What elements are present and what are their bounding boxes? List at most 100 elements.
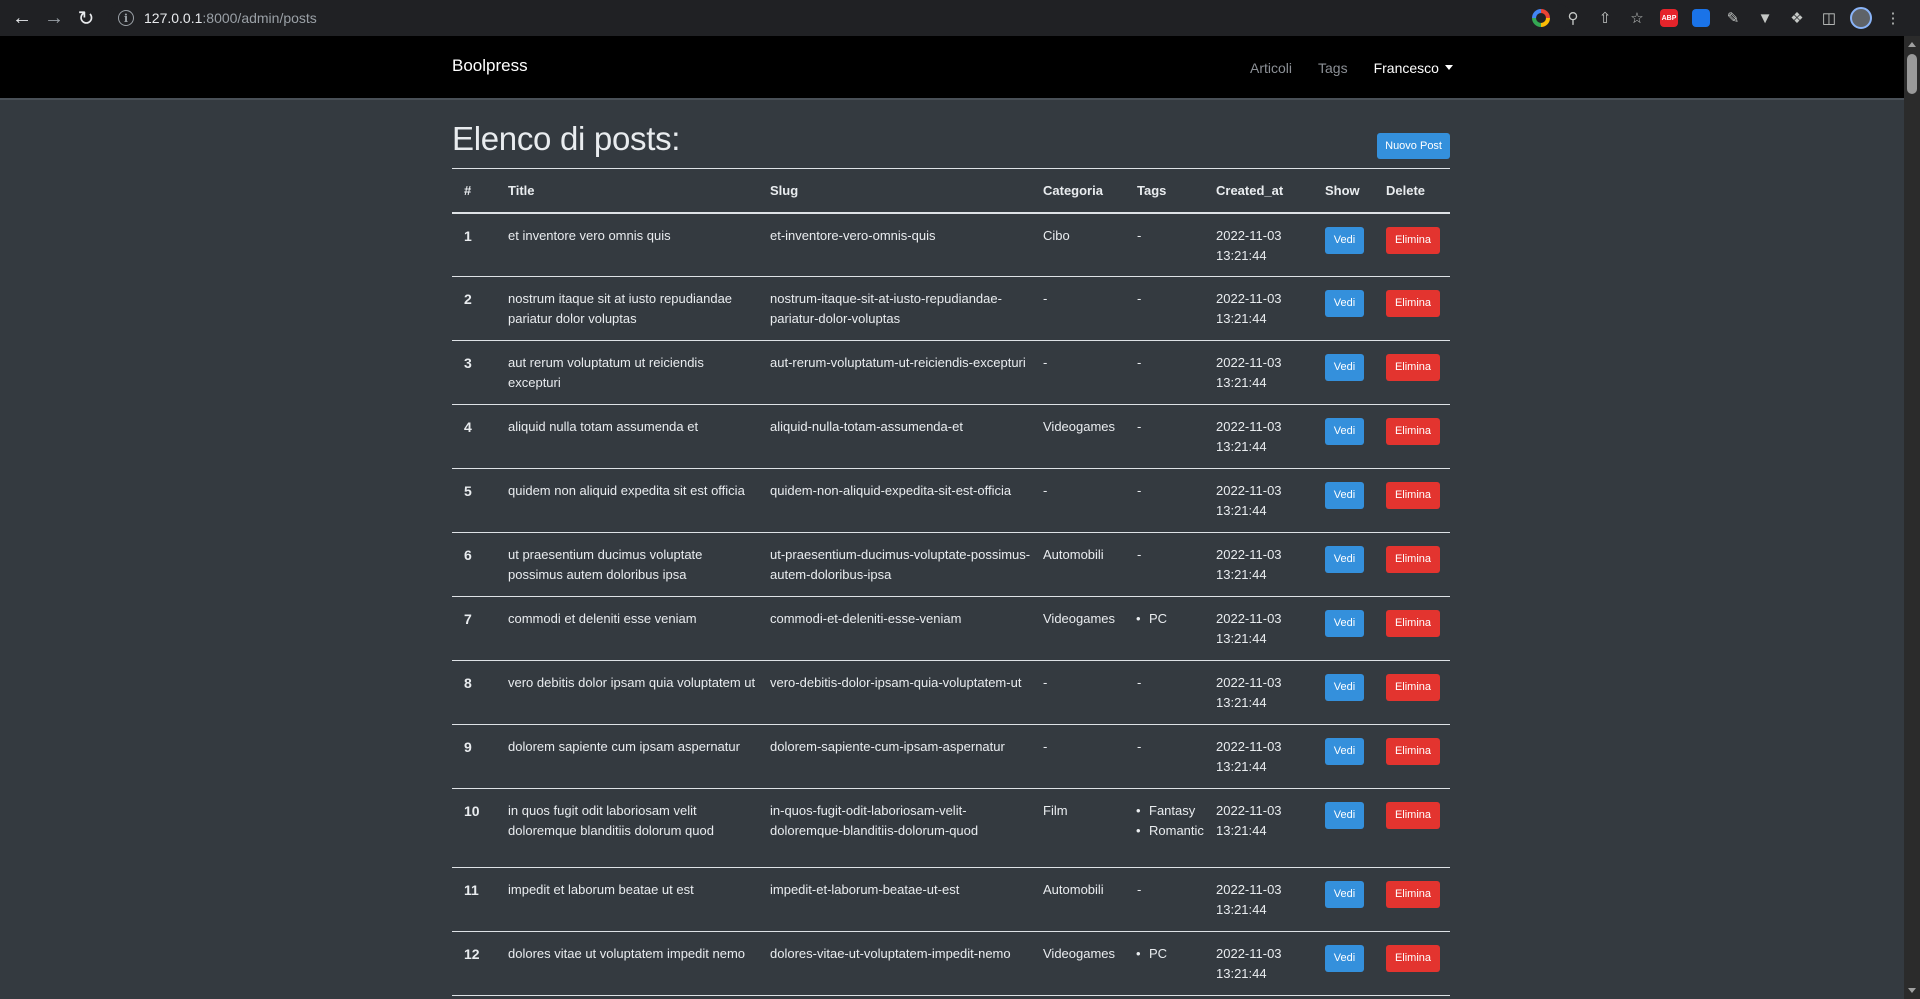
cell-delete: Elimina <box>1374 276 1450 341</box>
posts-table-body: 1 et inventore vero omnis quis et-inventor… <box>452 212 1450 996</box>
page-scrollbar[interactable] <box>1904 36 1920 999</box>
table-row: 3 aut rerum voluptatum ut reiciendis exce… <box>452 340 1450 405</box>
delete-button[interactable]: Elimina <box>1386 674 1440 701</box>
bookmark-star-icon[interactable]: ☆ <box>1626 7 1648 29</box>
cell-created-at: 2022-11-03 13:21:44 <box>1204 340 1313 405</box>
nav-link-tags[interactable]: Tags <box>1318 60 1348 76</box>
address-bar[interactable]: i 127.0.0.1:8000/admin/posts <box>108 4 1572 32</box>
puzzle-icon[interactable]: ❖ <box>1786 7 1808 29</box>
show-button[interactable]: Vedi <box>1325 945 1364 972</box>
cell-category: Automobili <box>1031 532 1125 597</box>
cell-id: 2 <box>452 276 496 341</box>
created-time: 13:21:44 <box>1216 503 1267 518</box>
scrollbar-thumb[interactable] <box>1907 54 1917 94</box>
cell-title: dolorem sapiente cum ipsam aspernatur <box>496 724 758 789</box>
delete-button[interactable]: Elimina <box>1386 738 1440 765</box>
cell-delete: Elimina <box>1374 404 1450 469</box>
delete-button[interactable]: Elimina <box>1386 290 1440 317</box>
cell-slug: commodi-et-deleniti-esse-veniam <box>758 596 1031 661</box>
cell-slug: aut-rerum-voluptatum-ut-reiciendis-excep… <box>758 340 1031 405</box>
show-button[interactable]: Vedi <box>1325 881 1364 908</box>
back-arrow-icon[interactable]: ← <box>6 0 38 36</box>
delete-button[interactable]: Elimina <box>1386 226 1440 254</box>
cell-category: - <box>1031 468 1125 533</box>
profile-avatar-icon[interactable] <box>1850 7 1872 29</box>
cell-tags: PC <box>1125 931 1204 996</box>
no-tags: - <box>1137 739 1142 754</box>
delete-button[interactable]: Elimina <box>1386 546 1440 573</box>
no-tags: - <box>1137 882 1142 897</box>
table-row: 11 impedit et laborum beatae ut est impedi… <box>452 867 1450 932</box>
cell-id: 1 <box>452 212 496 277</box>
created-time: 13:21:44 <box>1216 375 1267 390</box>
cell-created-at: 2022-11-03 13:21:44 <box>1204 931 1313 996</box>
delete-button[interactable]: Elimina <box>1386 945 1440 972</box>
show-button[interactable]: Vedi <box>1325 674 1364 701</box>
reload-icon[interactable]: ↻ <box>70 0 102 36</box>
side-panel-icon[interactable]: ◫ <box>1818 7 1840 29</box>
vue-extension-icon[interactable]: ▼ <box>1754 7 1776 29</box>
created-date: 2022-11-03 <box>1216 739 1282 754</box>
header-delete: Delete <box>1374 168 1450 214</box>
table-row: 6 ut praesentium ducimus voluptate possim… <box>452 532 1450 597</box>
delete-button[interactable]: Elimina <box>1386 802 1440 829</box>
show-button[interactable]: Vedi <box>1325 290 1364 317</box>
url-path: :8000/admin/posts <box>202 10 317 26</box>
share-icon[interactable]: ⇧ <box>1594 7 1616 29</box>
delete-button[interactable]: Elimina <box>1386 354 1440 381</box>
header-id: # <box>452 168 496 214</box>
show-button[interactable]: Vedi <box>1325 546 1364 573</box>
no-tags: - <box>1137 483 1142 498</box>
cell-id: 6 <box>452 532 496 597</box>
zoom-icon[interactable]: ⚲ <box>1562 7 1584 29</box>
header-created-at: Created_at <box>1204 168 1313 214</box>
delete-button[interactable]: Elimina <box>1386 418 1440 445</box>
cell-delete: Elimina <box>1374 660 1450 725</box>
cloud-extension-icon[interactable] <box>1690 7 1712 29</box>
no-tags: - <box>1137 355 1142 370</box>
forward-arrow-icon[interactable]: → <box>38 0 70 36</box>
browser-toolbar: ← → ↻ i 127.0.0.1:8000/admin/posts ⚲ ⇧ ☆… <box>0 0 1920 36</box>
user-dropdown[interactable]: Francesco <box>1374 60 1453 76</box>
cell-title: aliquid nulla totam assumenda et <box>496 404 758 469</box>
show-button[interactable]: Vedi <box>1325 418 1364 445</box>
show-button[interactable]: Vedi <box>1325 226 1364 254</box>
created-time: 13:21:44 <box>1216 311 1267 326</box>
cell-tags: - <box>1125 340 1204 405</box>
cell-tags: - <box>1125 867 1204 932</box>
delete-button[interactable]: Elimina <box>1386 610 1440 637</box>
created-time: 13:21:44 <box>1216 759 1267 774</box>
cell-slug: impedit-et-laborum-beatae-ut-est <box>758 867 1031 932</box>
cell-id: 9 <box>452 724 496 789</box>
cell-show: Vedi <box>1313 212 1374 277</box>
cell-title: impedit et laborum beatae ut est <box>496 867 758 932</box>
show-button[interactable]: Vedi <box>1325 802 1364 829</box>
show-button[interactable]: Vedi <box>1325 354 1364 381</box>
table-row: 7 commodi et deleniti esse veniam commodi-… <box>452 596 1450 661</box>
new-post-button[interactable]: Nuovo Post <box>1377 133 1450 159</box>
show-button[interactable]: Vedi <box>1325 482 1364 509</box>
adblock-icon[interactable]: ABP <box>1658 7 1680 29</box>
show-button[interactable]: Vedi <box>1325 610 1364 637</box>
cell-delete: Elimina <box>1374 468 1450 533</box>
nav-link-articoli[interactable]: Articoli <box>1250 60 1292 76</box>
tag-item: Fantasy <box>1136 801 1204 821</box>
scroll-down-icon[interactable] <box>1908 988 1916 993</box>
kebab-menu-icon[interactable]: ⋮ <box>1882 7 1904 29</box>
cell-delete: Elimina <box>1374 532 1450 597</box>
cell-created-at: 2022-11-03 13:21:44 <box>1204 532 1313 597</box>
brand-link[interactable]: Boolpress <box>452 56 528 76</box>
google-icon[interactable] <box>1530 7 1552 29</box>
tag-list: FantasyRomantic <box>1136 801 1204 841</box>
scroll-up-icon[interactable] <box>1908 42 1916 47</box>
delete-button[interactable]: Elimina <box>1386 881 1440 908</box>
cell-title: dolores vitae ut voluptatem impedit nemo <box>496 931 758 996</box>
delete-button[interactable]: Elimina <box>1386 482 1440 509</box>
created-time: 13:21:44 <box>1216 966 1267 981</box>
cell-slug: et-inventore-vero-omnis-quis <box>758 212 1031 277</box>
cell-tags: PC <box>1125 596 1204 661</box>
show-button[interactable]: Vedi <box>1325 738 1364 765</box>
pen-extension-icon[interactable]: ✎ <box>1722 7 1744 29</box>
cell-title: commodi et deleniti esse veniam <box>496 596 758 661</box>
site-info-icon[interactable]: i <box>118 10 134 26</box>
